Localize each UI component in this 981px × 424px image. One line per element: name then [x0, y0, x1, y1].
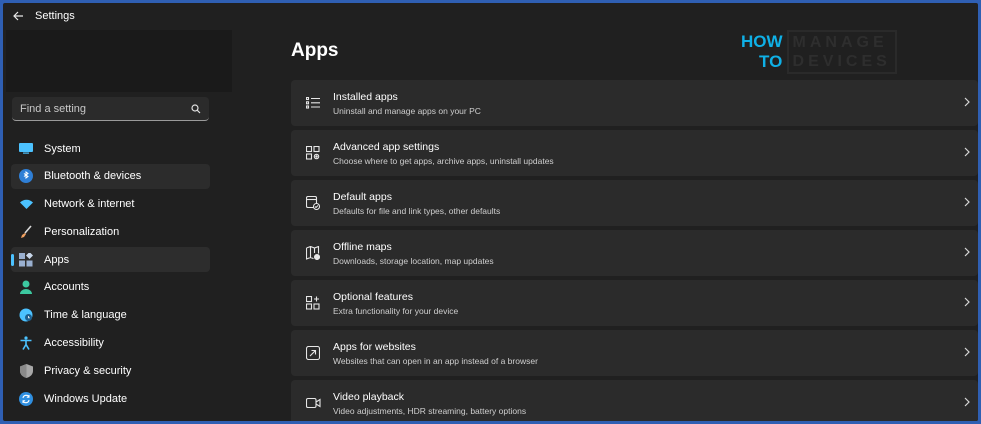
default-apps-icon [304, 194, 322, 212]
sidebar-item-accessibility[interactable]: Accessibility [11, 331, 210, 356]
sidebar-item-label: Windows Update [44, 392, 128, 405]
back-arrow-icon [13, 11, 23, 21]
chevron-right-icon [964, 197, 970, 207]
search-input[interactable]: Find a setting [12, 97, 209, 121]
sidebar-nav: System Bluetooth & devices Network & int… [11, 136, 210, 414]
sidebar-item-label: Accessibility [44, 337, 104, 350]
card-subtitle: Uninstall and manage apps on your PC [333, 105, 481, 116]
window-title: Settings [35, 10, 75, 22]
sidebar-item-accounts[interactable]: Accounts [11, 275, 210, 300]
card-title: Default apps [333, 190, 392, 203]
card-installed-apps[interactable]: Installed apps Uninstall and manage apps… [291, 80, 978, 126]
wifi-icon [18, 196, 34, 212]
sidebar-item-label: Accounts [44, 281, 90, 294]
card-title: Advanced app settings [333, 140, 440, 153]
search-icon[interactable] [191, 103, 201, 114]
card-subtitle: Choose where to get apps, archive apps, … [333, 155, 554, 166]
card-optional-features[interactable]: Optional features Extra functionality fo… [291, 280, 978, 326]
video-icon [304, 394, 322, 412]
title-bar: Settings [3, 3, 978, 29]
map-icon [304, 244, 322, 262]
bluetooth-icon [18, 168, 34, 184]
card-advanced-app-settings[interactable]: Advanced app settings Choose where to ge… [291, 130, 978, 176]
chevron-right-icon [964, 147, 970, 157]
card-subtitle: Downloads, storage location, map updates [333, 255, 494, 266]
globe-clock-icon [18, 307, 34, 323]
accessibility-icon [18, 335, 34, 351]
sidebar-item-label: Time & language [44, 309, 127, 322]
card-subtitle: Websites that can open in an app instead… [333, 355, 538, 366]
person-icon [18, 279, 34, 295]
card-title: Apps for websites [333, 340, 416, 353]
sidebar-item-windows-update[interactable]: Windows Update [11, 386, 210, 411]
system-icon [18, 141, 34, 157]
sidebar-item-network[interactable]: Network & internet [11, 192, 210, 217]
sidebar-item-personalization[interactable]: Personalization [11, 219, 210, 244]
chevron-right-icon [964, 97, 970, 107]
chevron-right-icon [964, 347, 970, 357]
card-subtitle: Defaults for file and link types, other … [333, 205, 501, 216]
sidebar-item-label: System [44, 142, 81, 155]
card-title: Offline maps [333, 240, 392, 253]
sidebar-item-label: Personalization [44, 225, 120, 238]
list-icon [304, 94, 322, 112]
open-link-icon [304, 344, 322, 362]
card-subtitle: Extra functionality for your device [333, 305, 459, 316]
search-placeholder: Find a setting [20, 102, 87, 115]
logo-line-devices: DEVICES [792, 53, 891, 70]
logo-line-to: TO [759, 52, 783, 71]
sidebar-item-time-language[interactable]: Time & language [11, 303, 210, 328]
card-apps-for-websites[interactable]: Apps for websites Websites that can open… [291, 330, 978, 376]
logo-line-manage: MANAGE [792, 34, 888, 51]
sidebar-item-label: Bluetooth & devices [44, 170, 142, 183]
sidebar-item-label: Privacy & security [44, 364, 132, 377]
card-title: Optional features [333, 290, 413, 303]
sidebar-item-label: Network & internet [44, 198, 135, 211]
card-video-playback[interactable]: Video playback Video adjustments, HDR st… [291, 380, 978, 421]
card-offline-maps[interactable]: Offline maps Downloads, storage location… [291, 230, 978, 276]
card-default-apps[interactable]: Default apps Defaults for file and link … [291, 180, 978, 226]
sidebar-item-apps[interactable]: Apps [11, 247, 210, 273]
chevron-right-icon [964, 297, 970, 307]
chevron-right-icon [964, 247, 970, 257]
settings-window: Settings Find a setting System Bluetooth… [3, 3, 978, 421]
sidebar-item-system[interactable]: System [11, 136, 210, 161]
apps-icon [18, 252, 34, 268]
sidebar-item-bluetooth[interactable]: Bluetooth & devices [11, 163, 210, 189]
logo-line-how: HOW [741, 32, 783, 51]
update-icon [18, 391, 34, 407]
brush-icon [18, 224, 34, 240]
user-profile-area[interactable] [6, 30, 232, 92]
back-button[interactable] [5, 3, 31, 29]
card-title: Video playback [333, 390, 405, 403]
page-title: Apps [291, 40, 339, 61]
sidebar-item-privacy-security[interactable]: Privacy & security [11, 358, 210, 383]
card-subtitle: Video adjustments, HDR streaming, batter… [333, 405, 527, 416]
apps-settings-list: Installed apps Uninstall and manage apps… [291, 80, 978, 421]
app-settings-icon [304, 144, 322, 162]
card-title: Installed apps [333, 90, 398, 103]
shield-icon [18, 363, 34, 379]
add-feature-icon [304, 294, 322, 312]
chevron-right-icon [964, 397, 970, 407]
howtomanagedevices-logo: HOW TO MANAGE DEVICES [741, 29, 897, 75]
sidebar-item-label: Apps [44, 253, 70, 266]
